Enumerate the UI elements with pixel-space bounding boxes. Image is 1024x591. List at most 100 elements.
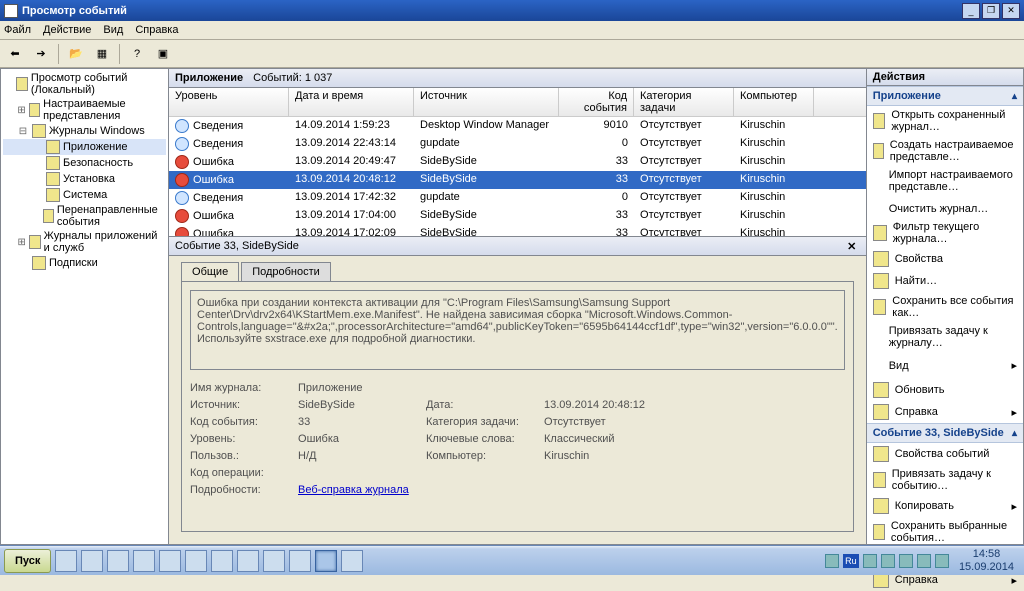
taskbar-app-8[interactable] [237,550,259,572]
lbl-more: Подробности: [190,484,290,496]
web-help-link[interactable]: Веб-справка журнала [298,484,409,496]
log-name: Приложение [175,72,243,84]
action-copy[interactable]: Копировать▸ [867,495,1023,517]
lbl-category: Категория задачи: [426,416,536,428]
action-view[interactable]: Вид▸ [867,356,1023,375]
detail-close-button[interactable]: ✕ [844,240,860,253]
taskbar-app-9[interactable] [263,550,285,572]
maximize-button[interactable]: ❐ [982,3,1000,19]
taskbar-app-10[interactable] [289,550,311,572]
action-create-custom-view[interactable]: Создать настраиваемое представле… [867,136,1023,166]
col-source[interactable]: Источник [414,88,559,116]
tree-setup[interactable]: Установка [3,171,166,187]
tree-system[interactable]: Система [3,187,166,203]
action-clear-log[interactable]: Очистить журнал… [867,200,1023,218]
action-properties[interactable]: Свойства [867,248,1023,270]
tray-icon-3[interactable] [881,554,895,568]
col-event-id[interactable]: Код события [559,88,634,116]
error-icon [175,209,189,223]
taskbar-app-12[interactable] [341,550,363,572]
tree-app-services[interactable]: ⊞Журналы приложений и служб [3,229,166,255]
col-datetime[interactable]: Дата и время [289,88,414,116]
action-save-selected[interactable]: Сохранить выбранные события… [867,517,1023,547]
tray-icon-1[interactable] [825,554,839,568]
folder-icon [873,113,886,129]
menu-file[interactable]: Файл [4,24,31,36]
tree-windows-logs[interactable]: ⊟Журналы Windows [3,123,166,139]
clock[interactable]: 14:58 15.09.2014 [953,548,1020,574]
event-grid[interactable]: Уровень Дата и время Источник Код событи… [169,88,866,236]
table-row[interactable]: Сведения13.09.2014 22:43:14gupdate0Отсут… [169,135,866,153]
help-icon [873,404,889,420]
copy-icon [873,498,889,514]
filter-icon [873,143,884,159]
taskbar-app-11[interactable] [315,550,337,572]
action-attach-task-event[interactable]: Привязать задачу к событию… [867,465,1023,495]
col-computer[interactable]: Компьютер [734,88,814,116]
col-category[interactable]: Категория задачи [634,88,734,116]
event-description[interactable]: Ошибка при создании контекста активации … [190,290,845,370]
help-button[interactable]: ? [126,43,148,65]
tree-label: Перенаправленные события [57,204,166,228]
action-event-properties[interactable]: Свойства событий [867,443,1023,465]
action-help[interactable]: Справка▸ [867,401,1023,423]
taskbar-app-3[interactable] [107,550,129,572]
action-save-all[interactable]: Сохранить все события как… [867,292,1023,322]
actions-section-event[interactable]: Событие 33, SideBySide▴ [867,423,1023,443]
language-indicator[interactable]: Ru [843,554,859,568]
nav-tree[interactable]: Просмотр событий (Локальный) ⊞Настраивае… [0,68,169,545]
tree-subscriptions[interactable]: Подписки [3,255,166,271]
refresh-button[interactable]: ▣ [152,43,174,65]
taskbar-app-1[interactable] [55,550,77,572]
taskbar-app-6[interactable] [185,550,207,572]
forward-button[interactable]: ➔ [30,43,52,65]
tree-forwarded[interactable]: Перенаправленные события [3,203,166,229]
table-row[interactable]: Ошибка13.09.2014 17:02:09SideBySide33Отс… [169,225,866,236]
table-row[interactable]: Сведения14.09.2014 1:59:23Desktop Window… [169,117,866,135]
tree-root-label: Просмотр событий (Локальный) [31,72,166,96]
tab-general[interactable]: Общие [181,262,239,281]
taskbar-app-2[interactable] [81,550,103,572]
tree-root[interactable]: Просмотр событий (Локальный) [3,71,166,97]
taskbar-app-5[interactable] [159,550,181,572]
tray-icon-6[interactable] [935,554,949,568]
table-row[interactable]: Ошибка13.09.2014 20:48:12SideBySide33Отс… [169,171,866,189]
table-row[interactable]: Ошибка13.09.2014 20:49:47SideBySide33Отс… [169,153,866,171]
toolbar: ⬅ ➔ 📂 ▦ ? ▣ [0,40,1024,68]
table-row[interactable]: Сведения13.09.2014 17:42:32gupdate0Отсут… [169,189,866,207]
save-icon [873,299,887,315]
minimize-button[interactable]: _ [962,3,980,19]
action-filter-current[interactable]: Фильтр текущего журнала… [867,218,1023,248]
tray-icon-5[interactable] [917,554,931,568]
taskbar[interactable]: Пуск Ru 14:58 15.09.2014 [0,545,1024,575]
tree-application[interactable]: Приложение [3,139,166,155]
tab-details[interactable]: Подробности [241,262,331,281]
action-find[interactable]: Найти… [867,270,1023,292]
col-level[interactable]: Уровень [169,88,289,116]
back-button[interactable]: ⬅ [4,43,26,65]
show-tree-button[interactable]: 📂 [65,43,87,65]
taskbar-app-7[interactable] [211,550,233,572]
action-import-custom-view[interactable]: Импорт настраиваемого представле… [867,166,1023,196]
action-open-saved-log[interactable]: Открыть сохраненный журнал… [867,106,1023,136]
grid-header: Уровень Дата и время Источник Код событи… [169,88,866,117]
close-button[interactable]: ✕ [1002,3,1020,19]
menu-help[interactable]: Справка [135,24,178,36]
start-button[interactable]: Пуск [4,549,51,573]
info-icon [175,191,189,205]
properties-button[interactable]: ▦ [91,43,113,65]
action-attach-task-log[interactable]: Привязать задачу к журналу… [867,322,1023,352]
tray-icon-4[interactable] [899,554,913,568]
save-icon [873,524,885,540]
menu-view[interactable]: Вид [103,24,123,36]
table-row[interactable]: Ошибка13.09.2014 17:04:00SideBySide33Отс… [169,207,866,225]
lbl-source: Источник: [190,399,290,411]
tree-custom-views[interactable]: ⊞Настраиваемые представления [3,97,166,123]
taskbar-app-4[interactable] [133,550,155,572]
action-refresh[interactable]: Обновить [867,379,1023,401]
actions-section-app[interactable]: Приложение▴ [867,86,1023,106]
tree-security[interactable]: Безопасность [3,155,166,171]
menu-action[interactable]: Действие [43,24,91,36]
tray-icon-2[interactable] [863,554,877,568]
detail-body: Ошибка при создании контекста активации … [181,281,854,532]
